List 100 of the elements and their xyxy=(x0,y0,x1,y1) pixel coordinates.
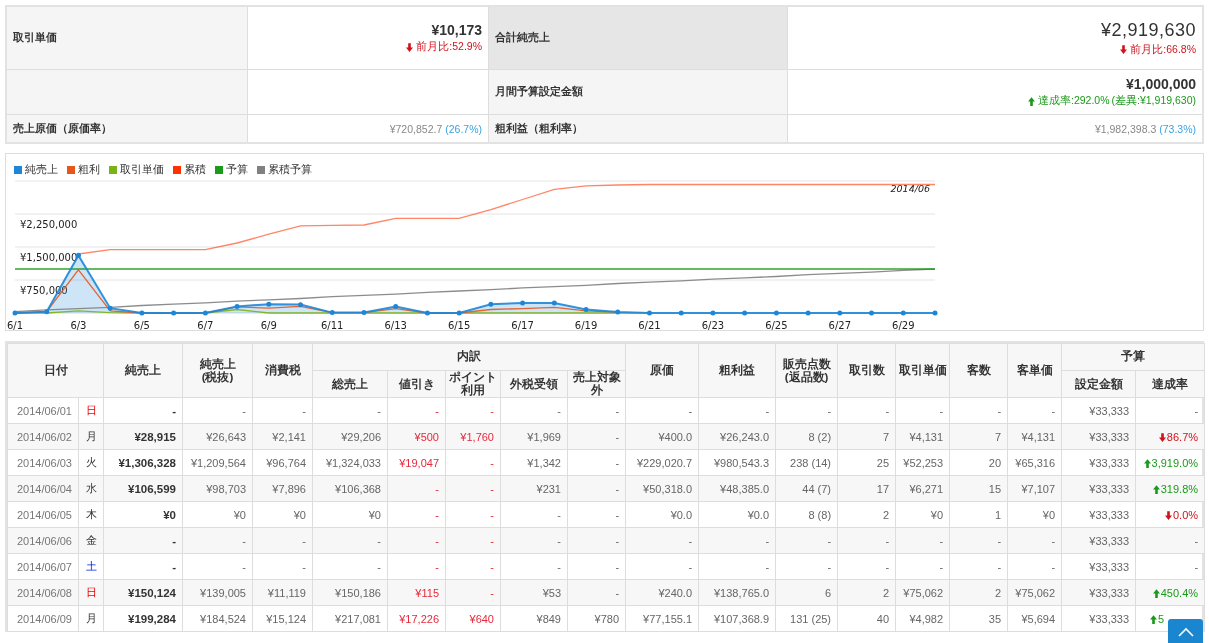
table-cell: - xyxy=(387,397,446,424)
legend-label[interactable]: 純売上 xyxy=(25,163,58,177)
summary-amount: ¥1,000,000 xyxy=(1125,76,1196,92)
table-cell: ¥1,342 xyxy=(500,449,568,476)
table-cell: 8 (8) xyxy=(775,501,838,528)
achievement-rate: 450.4% xyxy=(1160,586,1199,599)
legend-label[interactable]: 予算 xyxy=(226,163,248,177)
legend-label[interactable]: 累積予算 xyxy=(268,163,312,177)
table-cell: - xyxy=(698,527,776,554)
summary-amount: ¥720,852.7 xyxy=(389,122,443,135)
table-cell: ¥33,333 xyxy=(1061,449,1136,476)
table-cell: - xyxy=(312,527,388,554)
table-cell: ¥33,333 xyxy=(1061,423,1136,450)
achievement-rate: 0.0% xyxy=(1172,508,1199,521)
table-cell: - xyxy=(567,449,626,476)
achievement-rate: 319.8% xyxy=(1160,482,1199,495)
date-cell: 2014/06/04 xyxy=(7,475,79,502)
summary-ratio: (73.3%) xyxy=(1159,122,1196,135)
table-cell: ¥4,982 xyxy=(895,605,950,632)
table-cell: ¥0 xyxy=(312,501,388,528)
table-cell: - xyxy=(567,553,626,580)
table-cell: ¥0 xyxy=(1007,501,1062,528)
table-cell: ¥0 xyxy=(182,501,253,528)
table-cell: ¥106,368 xyxy=(312,475,388,502)
achievement-rate: 5 xyxy=(1157,612,1165,625)
table-cell: - xyxy=(182,527,253,554)
x-axis-label: 6/5 xyxy=(133,320,150,331)
column-header: 設定金額 xyxy=(1061,370,1136,398)
weekday-cell: 土 xyxy=(78,553,104,580)
x-axis-label: 6/15 xyxy=(447,320,471,331)
table-cell: - xyxy=(567,501,626,528)
table-cell: ¥217,081 xyxy=(312,605,388,632)
table-cell: - xyxy=(103,527,183,554)
table-cell: 20 xyxy=(949,449,1008,476)
chart-annotation: 2014/06 xyxy=(890,183,930,194)
legend-label[interactable]: 取引単価 xyxy=(120,163,164,177)
table-cell: ¥65,316 xyxy=(1007,449,1062,476)
column-group-header: 予算 xyxy=(1061,343,1205,371)
summary-label: 取引単価 xyxy=(7,7,247,69)
table-cell: - xyxy=(103,397,183,424)
date-cell: 2014/06/08 xyxy=(7,579,79,606)
table-cell: ¥50,318.0 xyxy=(625,475,699,502)
change-text: (差異:¥1,919,630) xyxy=(1111,94,1196,108)
summary-amount: ¥1,982,398.3 xyxy=(1094,122,1157,135)
table-cell: - xyxy=(312,397,388,424)
table-cell: ¥849 xyxy=(500,605,568,632)
table-cell: - xyxy=(775,397,838,424)
table-cell: ¥19,047 xyxy=(387,449,446,476)
summary-label: 売上原価（原価率） xyxy=(7,115,247,142)
table-cell: - xyxy=(103,553,183,580)
table-cell: ¥1,324,033 xyxy=(312,449,388,476)
table-cell: - xyxy=(837,553,896,580)
x-axis-label: 6/21 xyxy=(638,320,661,331)
table-cell: ¥229,020.7 xyxy=(625,449,699,476)
date-cell: 2014/06/01 xyxy=(7,397,79,424)
weekday-cell: 月 xyxy=(78,605,104,632)
x-axis-label: 6/23 xyxy=(701,320,725,331)
table-cell: ¥17,226 xyxy=(387,605,446,632)
column-header: 客数 xyxy=(949,343,1008,398)
table-cell: - xyxy=(949,397,1008,424)
table-cell: ¥640 xyxy=(445,605,501,632)
table-cell: - xyxy=(387,501,446,528)
legend-label[interactable]: 粗利 xyxy=(78,163,100,177)
legend-label[interactable]: 累積 xyxy=(184,163,206,177)
table-cell: ¥26,243.0 xyxy=(698,423,776,450)
table-cell: - xyxy=(698,553,776,580)
table-cell: - xyxy=(895,553,950,580)
x-axis-label: 6/1 xyxy=(6,320,24,331)
x-axis-label: 6/11 xyxy=(321,320,344,331)
column-header: 売上対象外 xyxy=(567,370,626,398)
table-cell: - xyxy=(837,397,896,424)
table-cell: - xyxy=(445,553,501,580)
summary-ratio: (26.7%) xyxy=(445,122,482,135)
table-cell: 131 (25) xyxy=(775,605,838,632)
x-axis-label: 6/29 xyxy=(892,320,915,331)
table-cell: 25 xyxy=(837,449,896,476)
summary-amount: ¥2,919,630 xyxy=(1100,19,1196,41)
table-cell: - xyxy=(625,397,699,424)
table-cell: - xyxy=(567,397,626,424)
date-cell: 2014/06/06 xyxy=(7,527,79,554)
change-text: 前月比:66.8% xyxy=(1130,42,1196,57)
summary-label: 粗利益（粗利率） xyxy=(489,115,787,142)
achievement-rate: 3,919.0% xyxy=(1151,456,1199,469)
column-header: 原価 xyxy=(625,343,699,398)
table-cell: 40 xyxy=(837,605,896,632)
table-cell: ¥0.0 xyxy=(698,501,776,528)
summary-label: 合計純売上 xyxy=(489,7,787,69)
table-cell: - xyxy=(445,449,501,476)
table-cell: - xyxy=(949,553,1008,580)
table-cell: ¥52,253 xyxy=(895,449,950,476)
column-header: 純売上 (税抜) xyxy=(182,343,253,398)
date-cell: 2014/06/03 xyxy=(7,449,79,476)
achievement-rate: - xyxy=(1194,404,1199,417)
table-cell: ¥98,703 xyxy=(182,475,253,502)
change-text: 達成率:292.0% xyxy=(1038,94,1110,108)
table-cell: ¥33,333 xyxy=(1061,527,1136,554)
table-cell: - xyxy=(500,397,568,424)
table-cell: 238 (14) xyxy=(775,449,838,476)
table-cell: ¥0.0 xyxy=(625,501,699,528)
table-cell: ¥780 xyxy=(567,605,626,632)
